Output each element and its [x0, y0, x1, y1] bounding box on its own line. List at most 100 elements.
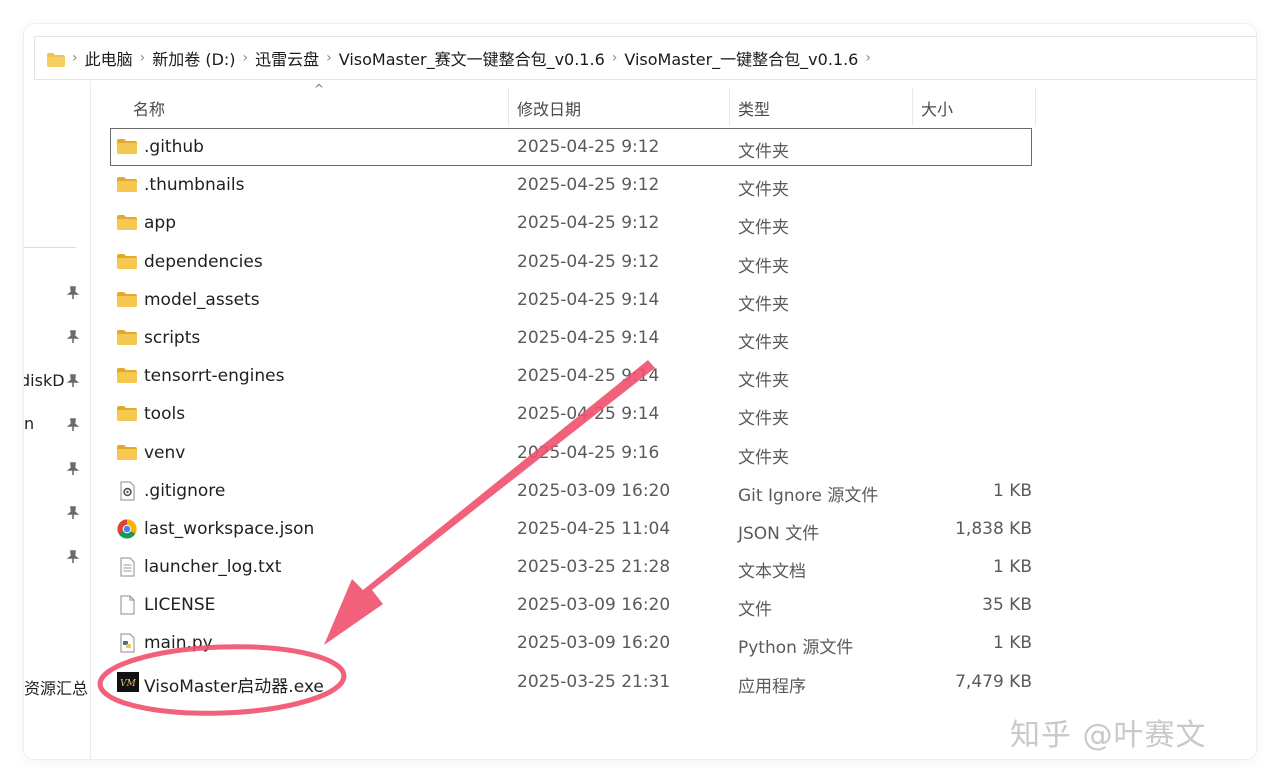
column-resize-handle[interactable]: [912, 88, 913, 126]
breadcrumb-bundle-folder[interactable]: VisoMaster_赛文一键整合包_v0.1.6: [339, 46, 605, 70]
file-name: LICENSE: [144, 595, 216, 616]
chevron-right-icon[interactable]: ›: [612, 50, 618, 66]
file-row[interactable]: VM VisoMaster启动器.exe 2025-03-25 21:31 应用…: [110, 663, 1032, 701]
folder-icon: [117, 139, 137, 154]
watermark: 知乎 @叶赛文: [1010, 718, 1207, 753]
file-date: 2025-03-09 16:20: [517, 595, 671, 616]
address-bar[interactable]: › 此电脑 › 新加卷 (D:) › 迅雷云盘 › VisoMaster_赛文一…: [34, 36, 1256, 80]
chevron-right-icon[interactable]: ›: [865, 50, 871, 66]
file-type: 文件夹: [738, 180, 789, 201]
folder-icon: [117, 215, 137, 231]
folder-icon: [117, 368, 137, 384]
column-header-name[interactable]: 名称: [133, 96, 165, 120]
file-date: 2025-04-25 9:14: [517, 366, 660, 387]
folder-icon: [117, 406, 137, 422]
column-header-type[interactable]: 类型: [738, 96, 770, 120]
chevron-right-icon: ›: [72, 50, 78, 66]
nav-item-truncated[interactable]: n: [24, 414, 34, 433]
file-row[interactable]: LICENSE 2025-03-09 16:20 文件 35 KB: [110, 586, 1032, 624]
file-date: 2025-04-25 9:12: [517, 251, 660, 272]
file-date: 2025-04-25 9:16: [517, 442, 660, 463]
file-row[interactable]: model_assets 2025-04-25 9:14 文件夹: [110, 281, 1032, 319]
file-size: 35 KB: [982, 595, 1032, 616]
file-type: 文件夹: [738, 218, 789, 239]
file-date: 2025-03-09 16:20: [517, 633, 671, 654]
sort-ascending-icon: ^: [314, 82, 325, 96]
file-row[interactable]: main.py 2025-03-09 16:20 Python 源文件 1 KB: [110, 624, 1032, 662]
file-date: 2025-04-25 9:12: [517, 175, 660, 196]
file-name: .github: [144, 137, 204, 157]
file-type: 文件夹: [738, 142, 789, 162]
file-size: 1 KB: [992, 557, 1032, 578]
folder-icon: [117, 329, 137, 345]
file-row[interactable]: .github 2025-04-25 9:12 文件夹: [110, 128, 1032, 167]
file-size: 1,838 KB: [955, 518, 1032, 539]
file-row[interactable]: launcher_log.txt 2025-03-25 21:28 文本文档 1…: [110, 548, 1032, 586]
visomaster-app-icon: VM: [117, 671, 139, 692]
file-row[interactable]: app 2025-04-25 9:12 文件夹: [110, 204, 1032, 242]
file-type: 文件夹: [738, 256, 789, 277]
file-row[interactable]: last_workspace.json 2025-04-25 11:04 JSO…: [110, 510, 1032, 548]
blank-file-icon: [117, 595, 137, 615]
file-row[interactable]: .gitignore 2025-03-09 16:20 Git Ignore 源…: [110, 472, 1032, 510]
app-icon-text: VM: [120, 679, 136, 689]
file-size: 7,479 KB: [955, 671, 1032, 692]
file-date: 2025-04-25 11:04: [517, 518, 671, 539]
breadcrumb-xunlei-cloud[interactable]: 迅雷云盘: [255, 46, 319, 70]
breadcrumb-drive-d[interactable]: 新加卷 (D:): [152, 46, 235, 70]
column-resize-handle[interactable]: [729, 88, 730, 126]
file-type: 文件夹: [738, 447, 789, 468]
nav-divider: [24, 247, 76, 248]
settings-file-icon: [117, 481, 137, 501]
navigation-pane: diskD n 资源汇总: [24, 81, 91, 759]
pin-icon: [66, 329, 80, 343]
file-date: 2025-03-09 16:20: [517, 480, 671, 501]
breadcrumb-current-folder[interactable]: VisoMaster_一键整合包_v0.1.6: [624, 46, 858, 70]
file-row[interactable]: venv 2025-04-25 9:16 文件夹: [110, 434, 1032, 472]
file-name: launcher_log.txt: [144, 557, 282, 578]
file-row[interactable]: .thumbnails 2025-04-25 9:12 文件夹: [110, 166, 1032, 204]
file-row[interactable]: tools 2025-04-25 9:14 文件夹: [110, 395, 1032, 433]
file-row[interactable]: tensorrt-engines 2025-04-25 9:14 文件夹: [110, 357, 1032, 395]
column-resize-handle[interactable]: [1035, 88, 1036, 126]
file-name: model_assets: [144, 289, 260, 310]
file-type: 文件夹: [738, 294, 789, 315]
file-name: main.py: [144, 633, 213, 654]
breadcrumb-this-pc[interactable]: 此电脑: [85, 46, 133, 70]
folder-icon: [47, 52, 65, 67]
chevron-right-icon[interactable]: ›: [243, 50, 249, 66]
file-name: venv: [144, 442, 186, 463]
file-date: 2025-03-25 21:28: [517, 557, 671, 578]
python-file-icon: [117, 633, 137, 653]
file-date: 2025-03-25 21:31: [517, 671, 671, 692]
text-file-icon: [117, 557, 137, 577]
nav-item-diskd[interactable]: diskD: [24, 371, 66, 390]
column-header-size[interactable]: 大小: [921, 96, 953, 120]
column-header-row: ^ 名称 修改日期 类型 大小: [90, 82, 1036, 128]
pin-icon: [66, 505, 80, 519]
pin-icon: [66, 549, 80, 563]
folder-icon: [117, 253, 137, 269]
file-name: dependencies: [144, 251, 263, 272]
file-size: 1 KB: [992, 633, 1032, 654]
chrome-icon: [117, 519, 137, 539]
chevron-right-icon[interactable]: ›: [326, 50, 332, 66]
column-header-date[interactable]: 修改日期: [517, 96, 581, 120]
file-date: 2025-04-25 9:14: [517, 404, 660, 425]
file-row[interactable]: dependencies 2025-04-25 9:12 文件夹: [110, 243, 1032, 281]
chevron-right-icon[interactable]: ›: [140, 50, 146, 66]
file-name: tools: [144, 404, 186, 425]
file-type: 文件夹: [738, 409, 789, 430]
nav-item-resources[interactable]: 资源汇总: [24, 675, 90, 699]
file-date: 2025-04-25 9:12: [517, 213, 660, 234]
file-row[interactable]: scripts 2025-04-25 9:14 文件夹: [110, 319, 1032, 357]
file-name: last_workspace.json: [144, 518, 315, 539]
column-resize-handle[interactable]: [508, 88, 509, 126]
file-type: 文件: [738, 600, 772, 621]
file-name: app: [144, 213, 176, 234]
file-name: scripts: [144, 327, 201, 348]
file-date: 2025-04-25 9:12: [517, 137, 660, 157]
pin-icon: [66, 417, 80, 431]
pin-icon: [66, 461, 80, 475]
file-list: .github 2025-04-25 9:12 文件夹 .thumbnails …: [110, 128, 1032, 701]
